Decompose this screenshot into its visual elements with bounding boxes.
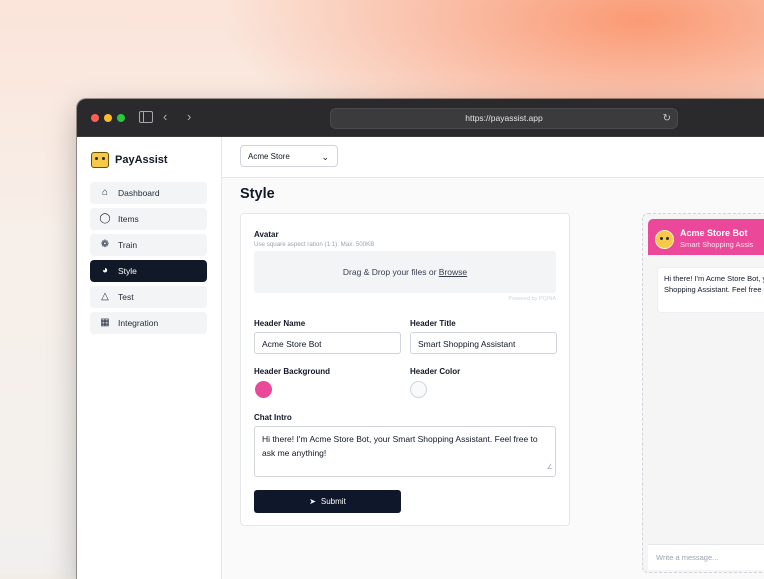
main-content: Acme Store ⌄ Style Avatar Use square asp…	[222, 137, 764, 579]
sidebar: PayAssist ⌂ Dashboard ◯ Items ❁ Train ◕ …	[77, 137, 222, 579]
palette-icon: ◕	[101, 265, 109, 276]
chat-preview: Acme Store Bot Smart Shopping Assis Hi t…	[642, 213, 764, 573]
browser-titlebar: ‹ › https://payassist.app ↻	[77, 99, 764, 137]
sidebar-item-label: Items	[118, 214, 139, 224]
browse-link[interactable]: Browse	[439, 267, 467, 277]
submit-label: Submit	[320, 497, 346, 506]
sidebar-item-style[interactable]: ◕ Style	[90, 260, 207, 282]
home-icon: ⌂	[101, 187, 109, 198]
sidebar-item-test[interactable]: △ Test	[90, 286, 207, 308]
dropzone-text: Drag & Drop your files or	[342, 267, 439, 277]
robot-logo-icon	[91, 152, 109, 168]
brand[interactable]: PayAssist	[91, 151, 168, 169]
sidebar-item-label: Test	[118, 292, 134, 302]
sidebar-item-label: Style	[118, 266, 137, 276]
header-color-label: Header Color	[410, 367, 461, 376]
address-bar[interactable]: https://payassist.app ↻	[330, 108, 678, 129]
chat-intro-label: Chat Intro	[254, 413, 292, 422]
header-background-label: Header Background	[254, 367, 331, 376]
bot-avatar-icon	[655, 230, 674, 249]
chat-intro-text: Hi there! I'm Acme Store Bot, your Smart…	[262, 434, 538, 458]
tag-icon: ◯	[99, 213, 111, 224]
page-title: Style	[240, 186, 275, 202]
header-color-swatch[interactable]	[410, 381, 427, 398]
header-name-input[interactable]: Acme Store Bot	[254, 332, 401, 354]
header-name-label: Header Name	[254, 319, 306, 328]
submit-button[interactable]: ➤ Submit	[254, 490, 401, 513]
avatar-hint: Use square aspect ration (1:1). Max. 500…	[254, 241, 375, 248]
address-url: https://payassist.app	[465, 113, 543, 123]
store-select[interactable]: Acme Store ⌄	[240, 145, 338, 167]
header-background-swatch[interactable]	[255, 381, 272, 398]
store-select-value: Acme Store	[248, 152, 290, 161]
chat-preview-title: Acme Store Bot	[680, 228, 748, 238]
chevron-down-icon: ⌄	[321, 152, 329, 162]
sidebar-item-integration[interactable]: ▦ Integration	[90, 312, 207, 334]
style-form-card: Avatar Use square aspect ration (1:1). M…	[240, 213, 570, 526]
sidebar-item-items[interactable]: ◯ Items	[90, 208, 207, 230]
chat-preview-header: Acme Store Bot Smart Shopping Assis	[648, 219, 764, 255]
resize-handle-icon[interactable]: ∠	[547, 461, 553, 475]
flask-icon: △	[101, 291, 109, 302]
top-bar: Acme Store ⌄	[222, 137, 764, 178]
browser-window: ‹ › https://payassist.app ↻ PayAssist ⌂ …	[77, 99, 764, 579]
sidebar-item-label: Integration	[118, 318, 159, 328]
sidebar-toggle-icon[interactable]	[139, 111, 153, 123]
brain-icon: ❁	[100, 239, 110, 250]
sidebar-item-label: Train	[118, 240, 138, 250]
reload-icon[interactable]: ↻	[663, 109, 671, 128]
maximize-window-button[interactable]	[117, 114, 125, 122]
brand-name: PayAssist	[115, 154, 168, 166]
sidebar-nav: ⌂ Dashboard ◯ Items ❁ Train ◕ Style △ Te…	[90, 182, 207, 338]
sidebar-item-train[interactable]: ❁ Train	[90, 234, 207, 256]
chat-intro-bubble: Hi there! I'm Acme Store Bot, your Smart…	[657, 267, 764, 313]
grid-icon: ▦	[100, 317, 110, 328]
minimize-window-button[interactable]	[104, 114, 112, 122]
avatar-dropzone[interactable]: Drag & Drop your files or Browse	[254, 251, 556, 293]
avatar-label: Avatar	[254, 230, 279, 239]
forward-arrow-icon[interactable]: ›	[187, 109, 191, 125]
header-title-input[interactable]: Smart Shopping Assistant	[410, 332, 557, 354]
sidebar-item-label: Dashboard	[118, 188, 160, 198]
sidebar-item-dashboard[interactable]: ⌂ Dashboard	[90, 182, 207, 204]
chat-intro-textarea[interactable]: Hi there! I'm Acme Store Bot, your Smart…	[254, 426, 556, 477]
header-title-label: Header Title	[410, 319, 456, 328]
close-window-button[interactable]	[91, 114, 99, 122]
chat-preview-subtitle: Smart Shopping Assis	[680, 240, 754, 249]
send-icon: ➤	[309, 497, 316, 506]
powered-by-text: Powered by PQINA	[508, 296, 556, 302]
chat-message-input[interactable]: Write a message...	[648, 544, 764, 570]
back-arrow-icon[interactable]: ‹	[163, 109, 167, 125]
